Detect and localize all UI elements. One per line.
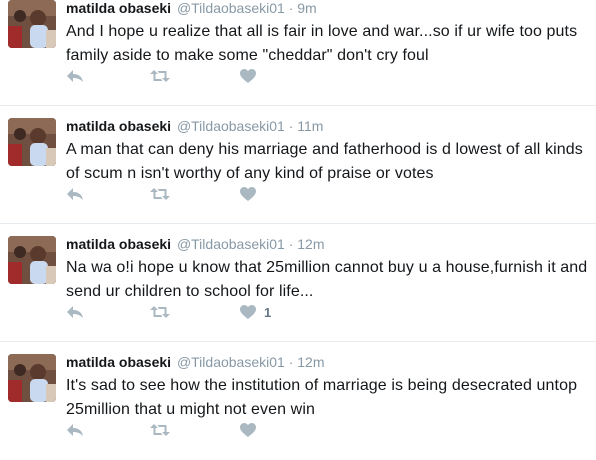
heart-icon	[240, 187, 256, 201]
tweet-actions	[66, 420, 326, 440]
avatar[interactable]	[8, 118, 56, 166]
tweet[interactable]: matilda obaseki @Tildaobaseki01 · 12m It…	[0, 342, 596, 460]
like-button[interactable]	[240, 184, 264, 204]
reply-icon	[67, 306, 83, 318]
retweet-icon	[150, 188, 170, 200]
tweet-username[interactable]: @Tildaobaseki01	[177, 236, 285, 252]
tweet-fullname[interactable]: matilda obaseki	[66, 354, 171, 370]
tweet-header: matilda obaseki @Tildaobaseki01 · 9m	[66, 0, 590, 18]
like-button[interactable]	[240, 420, 264, 440]
tweet-text: A man that can deny his marriage and fat…	[66, 141, 583, 182]
retweet-button[interactable]	[150, 66, 170, 86]
tweet-header: matilda obaseki @Tildaobaseki01 · 12m	[66, 234, 590, 254]
tweet-separator: ·	[288, 0, 294, 16]
like-button[interactable]	[240, 66, 264, 86]
tweet-username[interactable]: @Tildaobaseki01	[177, 118, 285, 134]
reply-icon	[67, 70, 83, 82]
avatar-photo	[8, 0, 56, 48]
tweet-header: matilda obaseki @Tildaobaseki01 · 11m	[66, 116, 590, 136]
heart-icon	[240, 423, 256, 437]
avatar-photo	[8, 354, 56, 402]
heart-icon	[240, 69, 256, 83]
tweet-timestamp[interactable]: 12m	[297, 236, 324, 252]
avatar[interactable]	[8, 236, 56, 284]
retweet-button[interactable]	[150, 184, 170, 204]
tweet-separator: ·	[288, 118, 294, 134]
avatar[interactable]	[8, 0, 56, 48]
tweet-fullname[interactable]: matilda obaseki	[66, 0, 171, 16]
tweet-timestamp[interactable]: 11m	[297, 118, 323, 134]
avatar[interactable]	[8, 354, 56, 402]
tweet-separator: ·	[288, 354, 294, 370]
retweet-icon	[150, 306, 170, 318]
reply-button[interactable]	[66, 66, 84, 86]
tweet-separator: ·	[288, 236, 294, 252]
tweet-text: And I hope u realize that all is fair in…	[66, 23, 578, 64]
heart-icon	[240, 305, 256, 319]
tweet-header: matilda obaseki @Tildaobaseki01 · 12m	[66, 352, 590, 372]
retweet-button[interactable]	[150, 302, 170, 322]
tweet-actions	[66, 184, 326, 204]
retweet-icon	[150, 424, 170, 436]
tweet[interactable]: matilda obaseki @Tildaobaseki01 · 12m Na…	[0, 224, 596, 342]
reply-icon	[67, 424, 83, 436]
reply-icon	[67, 188, 83, 200]
retweet-button[interactable]	[150, 420, 170, 440]
tweet-actions: 1	[66, 302, 326, 322]
reply-button[interactable]	[66, 420, 84, 440]
reply-button[interactable]	[66, 302, 84, 322]
tweet-fullname[interactable]: matilda obaseki	[66, 118, 171, 134]
like-button[interactable]: 1	[240, 302, 271, 322]
like-count: 1	[264, 304, 272, 320]
tweet-username[interactable]: @Tildaobaseki01	[177, 354, 285, 370]
avatar-photo	[8, 118, 56, 166]
tweet-timestamp[interactable]: 12m	[297, 354, 324, 370]
tweet[interactable]: matilda obaseki @Tildaobaseki01 · 11m A …	[0, 106, 596, 224]
tweet-actions	[66, 66, 326, 86]
tweet-text: Na wa o!i hope u know that 25million can…	[66, 259, 588, 300]
tweet[interactable]: matilda obaseki @Tildaobaseki01 · 9m And…	[0, 0, 596, 106]
tweet-timestamp[interactable]: 9m	[297, 0, 316, 16]
retweet-icon	[150, 70, 170, 82]
avatar-photo	[8, 236, 56, 284]
tweet-fullname[interactable]: matilda obaseki	[66, 236, 171, 252]
reply-button[interactable]	[66, 184, 84, 204]
tweet-text: It's sad to see how the institution of m…	[66, 377, 578, 418]
tweet-timeline: matilda obaseki @Tildaobaseki01 · 9m And…	[0, 0, 596, 460]
tweet-username[interactable]: @Tildaobaseki01	[177, 0, 285, 16]
